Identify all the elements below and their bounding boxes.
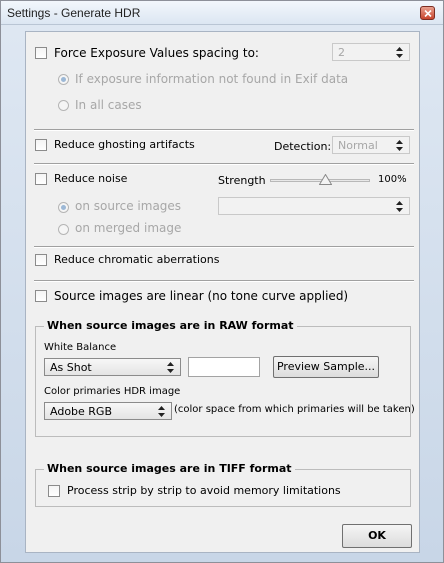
settings-panel: Force Exposure Values spacing to: 2 If e… bbox=[25, 31, 420, 553]
close-button[interactable] bbox=[420, 6, 435, 20]
separator bbox=[34, 246, 414, 248]
noise-source-label: on source images bbox=[75, 199, 182, 213]
reduce-ghosting-checkbox[interactable] bbox=[35, 139, 47, 151]
updown-arrows-icon bbox=[396, 140, 403, 151]
ok-button[interactable]: OK bbox=[342, 524, 412, 548]
window-title: Settings - Generate HDR bbox=[7, 6, 141, 20]
raw-group-legend: When source images are in RAW format bbox=[44, 319, 297, 332]
updown-arrows-icon bbox=[167, 362, 174, 373]
reduce-noise-checkbox[interactable] bbox=[35, 173, 47, 185]
color-primaries-label: Color primaries HDR image bbox=[44, 386, 181, 397]
white-balance-select[interactable]: As Shot bbox=[44, 358, 181, 376]
separator bbox=[34, 163, 414, 165]
all-cases-label: In all cases bbox=[75, 98, 142, 112]
noise-merged-radio[interactable] bbox=[58, 224, 69, 235]
detection-label: Detection: bbox=[274, 140, 332, 153]
updown-arrows-icon bbox=[396, 201, 403, 212]
reduce-noise-label: Reduce noise bbox=[54, 172, 128, 185]
updown-arrows-icon bbox=[158, 406, 165, 417]
color-primaries-note: (color space from which primaries will b… bbox=[174, 404, 415, 415]
close-icon bbox=[424, 10, 432, 17]
force-exposure-label: Force Exposure Values spacing to: bbox=[54, 46, 259, 60]
tiff-format-group: When source images are in TIFF format Pr… bbox=[35, 462, 411, 507]
separator bbox=[34, 280, 414, 282]
settings-window: Settings - Generate HDR Force Exposure V… bbox=[0, 0, 444, 563]
noise-mode-select[interactable] bbox=[218, 197, 410, 215]
white-balance-value: As Shot bbox=[50, 361, 92, 374]
force-exposure-checkbox[interactable] bbox=[35, 47, 47, 59]
exif-missing-label: If exposure information not found in Exi… bbox=[75, 72, 349, 86]
detection-select[interactable]: Normal bbox=[332, 136, 410, 154]
preview-sample-button[interactable]: Preview Sample... bbox=[273, 356, 379, 378]
strength-label: Strength bbox=[218, 174, 266, 187]
strip-by-strip-checkbox[interactable] bbox=[48, 485, 60, 497]
updown-arrows-icon bbox=[396, 47, 403, 58]
noise-source-radio[interactable] bbox=[58, 202, 69, 213]
color-primaries-value: Adobe RGB bbox=[50, 405, 113, 418]
ev-spacing-value: 2 bbox=[338, 46, 345, 59]
reduce-ghosting-label: Reduce ghosting artifacts bbox=[54, 138, 195, 151]
chromatic-label: Reduce chromatic aberrations bbox=[54, 253, 220, 266]
exif-missing-radio[interactable] bbox=[58, 74, 69, 85]
detection-value: Normal bbox=[338, 139, 378, 152]
color-primaries-select[interactable]: Adobe RGB bbox=[44, 402, 172, 420]
linear-checkbox[interactable] bbox=[35, 290, 47, 302]
chromatic-checkbox[interactable] bbox=[35, 254, 47, 266]
raw-format-group: When source images are in RAW format Whi… bbox=[35, 319, 415, 437]
strength-value: 100% bbox=[378, 174, 407, 185]
separator bbox=[34, 129, 414, 131]
white-balance-label: White Balance bbox=[44, 342, 117, 353]
custom-white-balance-input[interactable] bbox=[188, 357, 260, 377]
noise-merged-label: on merged image bbox=[75, 221, 182, 235]
linear-label: Source images are linear (no tone curve … bbox=[54, 289, 349, 303]
ev-spacing-select[interactable]: 2 bbox=[332, 43, 410, 61]
all-cases-radio[interactable] bbox=[58, 100, 69, 111]
strip-by-strip-label: Process strip by strip to avoid memory l… bbox=[67, 484, 341, 497]
title-bar[interactable]: Settings - Generate HDR bbox=[1, 1, 443, 25]
strength-slider-thumb[interactable] bbox=[318, 174, 332, 185]
tiff-group-legend: When source images are in TIFF format bbox=[44, 462, 295, 475]
